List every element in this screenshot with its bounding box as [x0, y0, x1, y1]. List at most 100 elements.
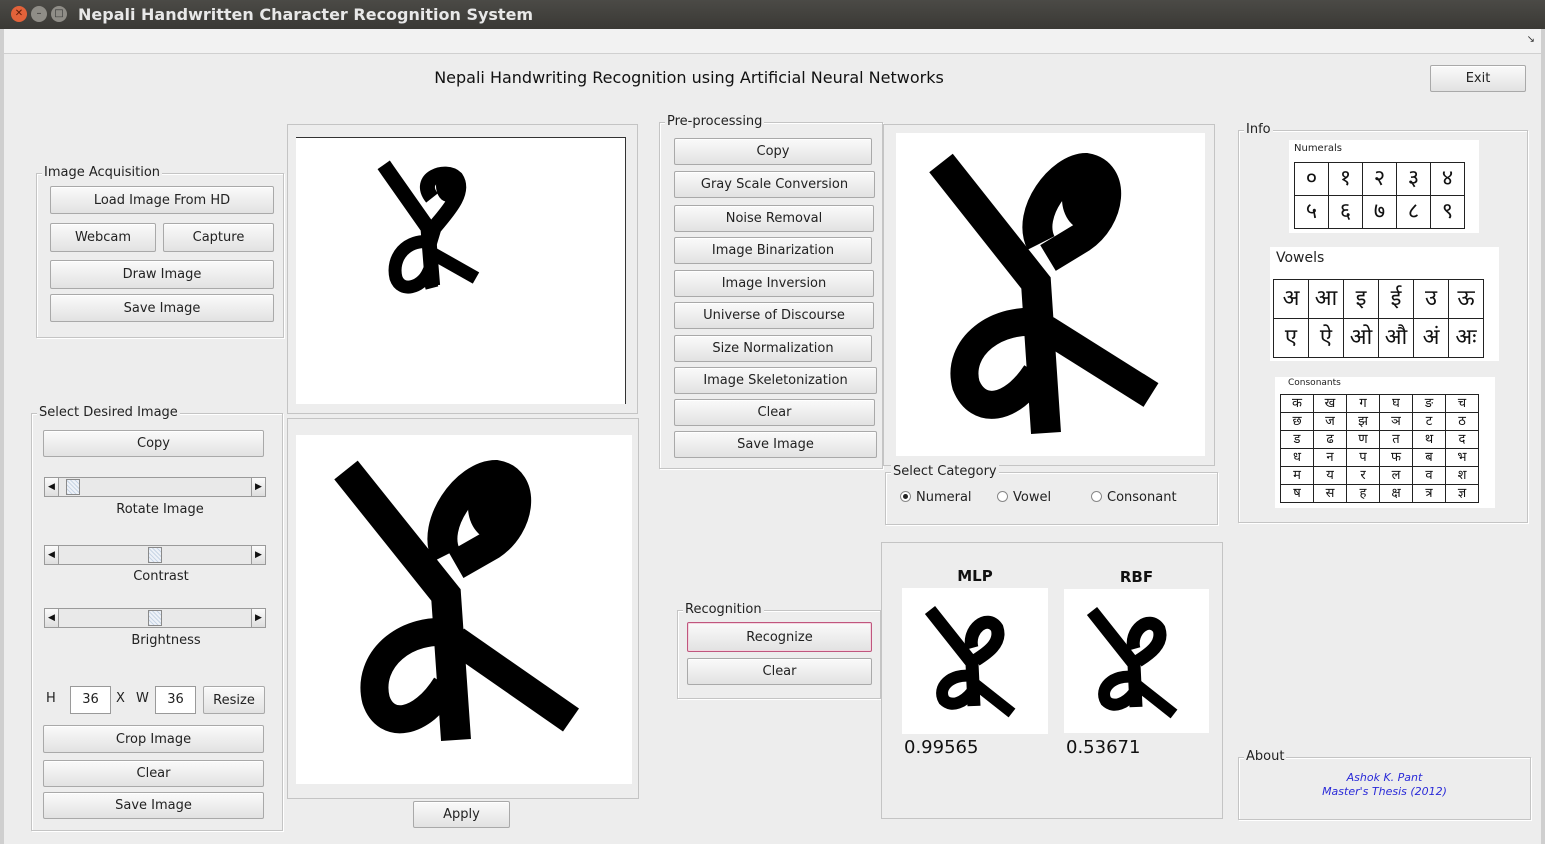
- consonants-cell: छ: [1280, 412, 1314, 431]
- consonants-cell: न: [1313, 448, 1347, 467]
- preprocessing-legend: Pre-processing: [665, 114, 765, 130]
- contrast-right-arrow-icon[interactable]: ▶: [251, 546, 265, 564]
- select-clear-button[interactable]: Clear: [43, 760, 264, 787]
- recognition-legend: Recognition: [683, 602, 764, 618]
- consonants-cell: फ: [1379, 448, 1413, 467]
- exit-button[interactable]: Exit: [1430, 65, 1526, 92]
- consonants-cell: ज्ञ: [1445, 484, 1479, 503]
- preprocessing-button-size-normalization[interactable]: Size Normalization: [674, 335, 872, 362]
- consonants-cell: त्र: [1412, 484, 1446, 503]
- about-legend: About: [1244, 749, 1287, 765]
- vowels-cell: ई: [1378, 279, 1414, 319]
- vowels-cell: अ: [1273, 279, 1309, 319]
- consonants-cell: भ: [1445, 448, 1479, 467]
- select-copy-button[interactable]: Copy: [43, 430, 264, 457]
- preprocessing-button-copy[interactable]: Copy: [674, 138, 872, 165]
- contrast-left-arrow-icon[interactable]: ◀: [45, 546, 59, 564]
- consonants-grid: क ख ग घ ङ च छ ज झ ञ ट ठ ड ढ ण त थ द ध न प फ ब भ म य र ल व श ष स ह क्ष त्र ज…: [1280, 394, 1479, 503]
- preprocessing-button-universe-of-discourse[interactable]: Universe of Discourse: [674, 302, 874, 329]
- consonants-cell: ष: [1280, 484, 1314, 503]
- height-input[interactable]: 36: [70, 686, 111, 714]
- rotate-right-arrow-icon[interactable]: ▶: [251, 478, 265, 496]
- preprocessing-button-image-binarization[interactable]: Image Binarization: [674, 237, 872, 264]
- consonants-cell: ध: [1280, 448, 1314, 467]
- vowels-cell: अः: [1448, 318, 1484, 358]
- preprocessing-button-save-image[interactable]: Save Image: [674, 431, 877, 458]
- rbf-heading: RBF: [1119, 568, 1154, 586]
- rotate-slider-thumb[interactable]: [66, 479, 80, 495]
- consonants-cell: श: [1445, 466, 1479, 485]
- numerals-cell: २: [1362, 162, 1397, 196]
- recognition-clear-button[interactable]: Clear: [687, 658, 872, 685]
- contrast-label: Contrast: [133, 569, 189, 584]
- webcam-button[interactable]: Webcam: [50, 223, 156, 252]
- width-label: W: [136, 691, 149, 706]
- recognize-button[interactable]: Recognize: [687, 622, 872, 652]
- radio-vowel-dot[interactable]: [997, 491, 1008, 502]
- radio-numeral[interactable]: Numeral: [900, 490, 972, 505]
- preprocessing-button-image-inversion[interactable]: Image Inversion: [674, 270, 874, 297]
- preprocessing-button-image-skeletonization[interactable]: Image Skeletonization: [674, 367, 877, 394]
- preprocessing-button-noise-removal[interactable]: Noise Removal: [674, 205, 874, 232]
- numerals-cell: ८: [1396, 195, 1431, 229]
- acquisition-save-image-button[interactable]: Save Image: [50, 294, 274, 322]
- select-save-image-button[interactable]: Save Image: [43, 792, 264, 819]
- vowels-cell: औ: [1378, 318, 1414, 358]
- consonants-cell: च: [1445, 394, 1479, 413]
- height-label: H: [46, 691, 56, 706]
- rotate-left-arrow-icon[interactable]: ◀: [45, 478, 59, 496]
- numerals-cell: ७: [1362, 195, 1397, 229]
- radio-numeral-dot[interactable]: [900, 491, 911, 502]
- vowels-cell: उ: [1413, 279, 1449, 319]
- brightness-left-arrow-icon[interactable]: ◀: [45, 609, 59, 627]
- radio-consonant-label: Consonant: [1107, 490, 1177, 505]
- numerals-chart: Numerals ०१२३४ ५६७८९: [1289, 140, 1479, 233]
- width-input[interactable]: 36: [155, 686, 196, 714]
- window-titlebar: ✕ – □ Nepali Handwritten Character Recog…: [0, 0, 1545, 29]
- window-close-button[interactable]: ✕: [11, 6, 27, 22]
- radio-consonant[interactable]: Consonant: [1091, 490, 1177, 505]
- consonants-chart: Consonants कखगघङच छजझञटठ डढणतथद धनपफबभ मयरलव…: [1275, 377, 1495, 508]
- preprocessing-button-gray-scale-conversion[interactable]: Gray Scale Conversion: [674, 171, 875, 198]
- window-minimize-button[interactable]: –: [31, 6, 47, 22]
- radio-consonant-dot[interactable]: [1091, 491, 1102, 502]
- contrast-slider[interactable]: ◀ ▶: [44, 545, 266, 565]
- contrast-slider-thumb[interactable]: [148, 547, 162, 563]
- dock-arrow-icon[interactable]: ↘: [1527, 34, 1535, 45]
- draw-image-button[interactable]: Draw Image: [50, 260, 274, 289]
- consonants-cell: ण: [1346, 430, 1380, 449]
- consonants-cell: ञ: [1379, 412, 1413, 431]
- consonants-cell: ह: [1346, 484, 1380, 503]
- capture-button[interactable]: Capture: [163, 223, 274, 252]
- radio-vowel-label: Vowel: [1013, 490, 1052, 505]
- radio-vowel[interactable]: Vowel: [997, 490, 1051, 505]
- rotate-slider[interactable]: ◀ ▶: [44, 477, 266, 497]
- preprocessing-button-clear[interactable]: Clear: [674, 399, 875, 426]
- vowels-cell: ऊ: [1448, 279, 1484, 319]
- x-label: X: [116, 691, 125, 706]
- vowels-cell: अं: [1413, 318, 1449, 358]
- crop-image-button[interactable]: Crop Image: [43, 725, 264, 753]
- brightness-slider-thumb[interactable]: [148, 610, 162, 626]
- vowels-cell: ऐ: [1308, 318, 1344, 358]
- consonants-cell: ठ: [1445, 412, 1479, 431]
- numerals-cell: ९: [1430, 195, 1465, 229]
- window-left-edge: [0, 29, 4, 844]
- apply-button[interactable]: Apply: [413, 801, 510, 828]
- mlp-score: 0.99565: [904, 737, 979, 758]
- window-right-edge: [1541, 29, 1545, 844]
- consonants-cell: ब: [1412, 448, 1446, 467]
- window-maximize-button[interactable]: □: [51, 6, 67, 22]
- brightness-right-arrow-icon[interactable]: ▶: [251, 609, 265, 627]
- load-image-button[interactable]: Load Image From HD: [50, 186, 274, 214]
- brightness-slider[interactable]: ◀ ▶: [44, 608, 266, 628]
- vowels-cell: आ: [1308, 279, 1344, 319]
- consonants-cell: ख: [1313, 394, 1347, 413]
- consonants-cell: ड: [1280, 430, 1314, 449]
- image-acquisition-legend: Image Acquisition: [42, 165, 163, 181]
- consonants-cell: व: [1412, 466, 1446, 485]
- consonants-cell: थ: [1412, 430, 1446, 449]
- processed-image: [896, 133, 1205, 456]
- resize-button[interactable]: Resize: [203, 686, 265, 714]
- numerals-cell: ३: [1396, 162, 1431, 196]
